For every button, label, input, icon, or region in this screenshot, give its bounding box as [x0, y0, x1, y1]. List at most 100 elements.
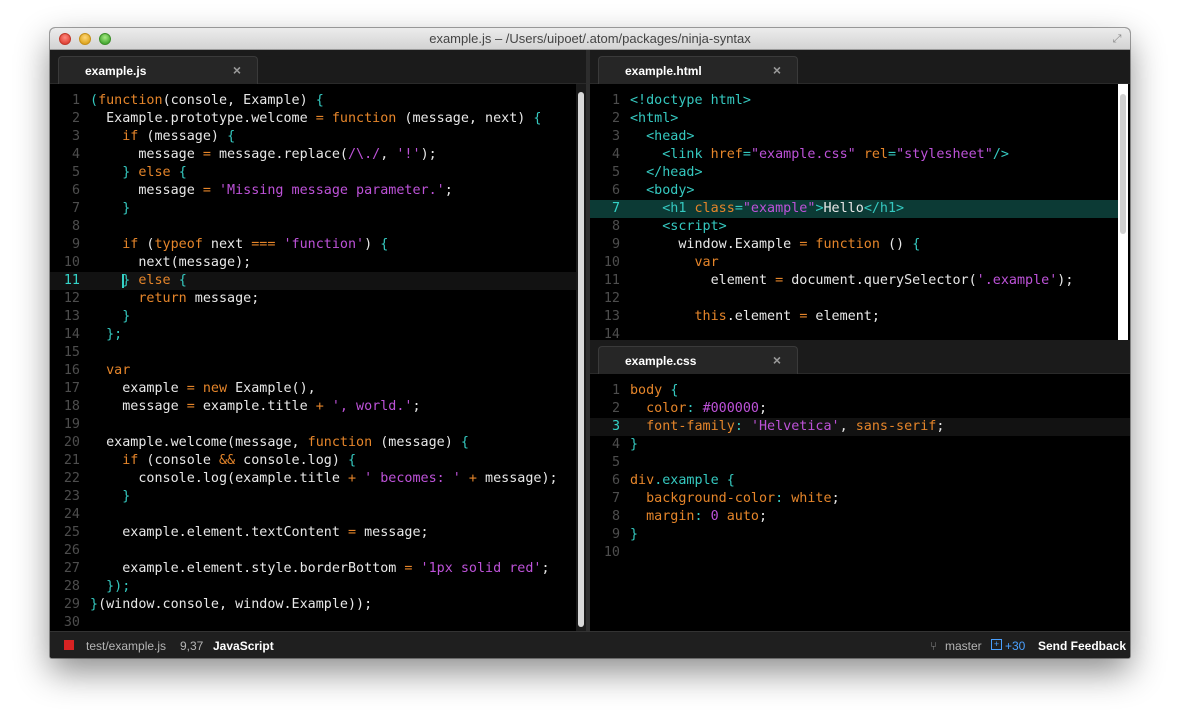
code-line[interactable]: 5 [590, 454, 1130, 472]
code-line[interactable]: 3 if (message) { [50, 128, 576, 146]
code-line[interactable]: 11 element = document.querySelector('.ex… [590, 272, 1118, 290]
line-text: <head> [646, 129, 695, 144]
code-line[interactable]: 5 } else { [50, 164, 576, 182]
line-text: var [694, 255, 719, 270]
code-line[interactable]: 3 font-family: 'Helvetica', sans-serif; [590, 418, 1130, 436]
status-diff-count[interactable]: +30 [1005, 639, 1025, 653]
line-text: } else { [122, 165, 187, 180]
tab-label: example.css [625, 354, 697, 368]
code-line[interactable]: 23 } [50, 488, 576, 506]
code-line[interactable]: 19 [50, 416, 576, 434]
right-top-scrollbar[interactable] [1118, 84, 1128, 340]
code-line[interactable]: 4 <link href="example.css" rel="styleshe… [590, 146, 1118, 164]
code-line[interactable]: 11 } else { [50, 272, 576, 290]
left-code-editor[interactable]: 1 (function(console, Example) {2 Example.… [50, 84, 576, 631]
code-line[interactable]: 1 (function(console, Example) { [50, 92, 576, 110]
code-line[interactable]: 10 var [590, 254, 1118, 272]
line-text: example.element.textContent = message; [90, 525, 429, 540]
tab-example-js[interactable]: example.js × [58, 56, 258, 84]
line-number: 27 [63, 561, 80, 576]
code-line[interactable]: 8 <script> [590, 218, 1118, 236]
right-top-scroll-thumb[interactable] [1120, 94, 1126, 234]
status-file-path[interactable]: test/example.js [86, 639, 166, 653]
html-code-editor[interactable]: 1 <!doctype html> 2 <html> 3 <head> 4 <link h… [590, 84, 1118, 340]
status-grammar[interactable]: JavaScript [213, 639, 274, 653]
code-line[interactable]: 25 example.element.textContent = message… [50, 524, 576, 542]
code-line[interactable]: 9 window.Example = function () { [590, 236, 1118, 254]
code-line[interactable]: 2 color: #000000; [590, 400, 1130, 418]
line-text: } else { [122, 273, 187, 288]
code-line[interactable]: 15 [50, 344, 576, 362]
code-line[interactable]: 13 this.element = element; [590, 308, 1118, 326]
code-line[interactable]: 16 var [50, 362, 576, 380]
tab-example-html[interactable]: example.html × [598, 56, 798, 84]
close-tab-icon[interactable]: × [773, 352, 781, 368]
title-bar: example.js – /Users/uipoet/.atom/package… [50, 28, 1130, 50]
line-text: example = new Example(), [90, 381, 316, 396]
code-line[interactable]: 18 message = example.title + ', world.'; [50, 398, 576, 416]
code-line[interactable]: 12 return message; [50, 290, 576, 308]
code-line[interactable]: 6 div.example { [590, 472, 1130, 490]
code-line[interactable]: 7 } [50, 200, 576, 218]
status-branch[interactable]: master [945, 639, 982, 653]
code-line[interactable]: 7 background-color: white; [590, 490, 1130, 508]
fullscreen-icon[interactable]: ⤢ [1110, 32, 1124, 46]
code-line[interactable]: 14 [590, 326, 1118, 340]
code-line[interactable]: 26 [50, 542, 576, 560]
code-line[interactable]: 6 message = 'Missing message parameter.'… [50, 182, 576, 200]
status-cursor-position[interactable]: 9,37 [180, 639, 203, 653]
code-line[interactable]: 10 [590, 544, 1130, 562]
code-line[interactable]: 9 if (typeof next === 'function') { [50, 236, 576, 254]
line-number: 30 [63, 615, 80, 630]
diff-icon: + [991, 639, 1002, 650]
line-number: 8 [611, 509, 620, 524]
line-text: example.welcome(message, function (messa… [90, 435, 469, 450]
code-line[interactable]: 6 <body> [590, 182, 1118, 200]
code-line[interactable]: 12 [590, 290, 1118, 308]
tab-example-css[interactable]: example.css × [598, 346, 798, 374]
line-number: 18 [63, 399, 80, 414]
status-bar: test/example.js 9,37 JavaScript ⑂ master… [50, 631, 1130, 658]
line-text: background-color: white; [646, 491, 840, 506]
css-code-editor[interactable]: 1 body {2 color: #000000; 3 font-family: '… [590, 374, 1130, 631]
code-line[interactable]: 4} [590, 436, 1130, 454]
code-line[interactable]: 5 </head> [590, 164, 1118, 182]
code-line[interactable]: 27 example.element.style.borderBottom = … [50, 560, 576, 578]
code-line[interactable]: 4 message = message.replace(/\./, '!'); [50, 146, 576, 164]
line-number: 2 [71, 111, 80, 126]
code-line[interactable]: 8 [50, 218, 576, 236]
line-text: console.log(example.title + ' becomes: '… [90, 471, 558, 486]
left-scrollbar[interactable] [576, 84, 586, 631]
code-line[interactable]: 24 [50, 506, 576, 524]
code-line[interactable]: 7 <h1 class="example">Hello</h1> [590, 200, 1118, 218]
line-number: 10 [603, 545, 620, 560]
line-text: (function(console, Example) { [90, 93, 324, 108]
close-tab-icon[interactable]: × [773, 62, 781, 78]
code-line[interactable]: 2 <html> [590, 110, 1118, 128]
code-line[interactable]: 22 console.log(example.title + ' becomes… [50, 470, 576, 488]
line-number: 22 [63, 471, 80, 486]
send-feedback-link[interactable]: Send Feedback [1038, 639, 1126, 653]
code-line[interactable]: 30 [50, 614, 576, 631]
line-number: 11 [63, 273, 80, 288]
code-line[interactable]: 29}(window.console, window.Example)); [50, 596, 576, 614]
left-scroll-thumb[interactable] [578, 92, 584, 627]
code-line[interactable]: 9} [590, 526, 1130, 544]
code-line[interactable]: 14 }; [50, 326, 576, 344]
code-line[interactable]: 3 <head> [590, 128, 1118, 146]
close-tab-icon[interactable]: × [233, 62, 241, 78]
code-line[interactable]: 20 example.welcome(message, function (me… [50, 434, 576, 452]
code-line[interactable]: 1 <!doctype html> [590, 92, 1118, 110]
code-line[interactable]: 21 if (console && console.log) { [50, 452, 576, 470]
line-number: 8 [611, 219, 620, 234]
code-line[interactable]: 2 Example.prototype.welcome = function (… [50, 110, 576, 128]
line-number: 3 [611, 129, 620, 144]
code-line[interactable]: 10 next(message); [50, 254, 576, 272]
code-line[interactable]: 17 example = new Example(), [50, 380, 576, 398]
code-line[interactable]: 1 body { [590, 382, 1130, 400]
code-line[interactable]: 8 margin: 0 auto; [590, 508, 1130, 526]
code-line[interactable]: 13 } [50, 308, 576, 326]
line-number: 25 [63, 525, 80, 540]
line-number: 4 [611, 437, 620, 452]
code-line[interactable]: 28 }); [50, 578, 576, 596]
